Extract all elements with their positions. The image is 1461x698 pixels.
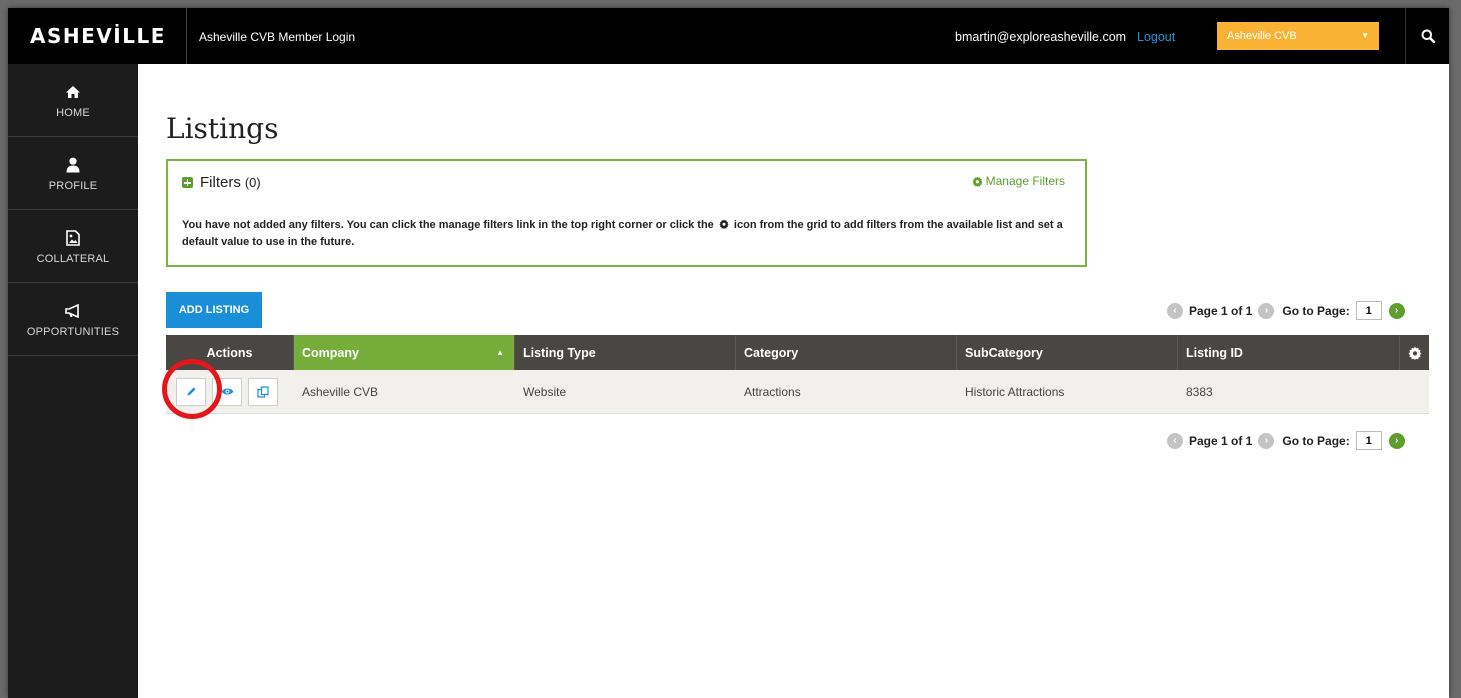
prev-page-button[interactable]: ‹ <box>1167 302 1183 319</box>
logo-divider <box>186 8 187 64</box>
top-bar: ASHEVİLLE Asheville CVB Member Login bma… <box>8 8 1449 64</box>
cell-category: Attractions <box>744 384 801 399</box>
sidebar-item-profile[interactable]: PROFILE <box>8 137 138 210</box>
page-indicator: Page 1 of 1 <box>1189 433 1253 448</box>
prev-page-button[interactable]: ‹ <box>1167 432 1183 449</box>
gear-icon <box>972 175 983 187</box>
sidebar-item-home[interactable]: HOME <box>8 64 138 137</box>
sidebar-item-opportunities[interactable]: OPPORTUNITIES <box>8 283 138 356</box>
edit-button[interactable] <box>176 377 206 406</box>
column-header-actions: Actions <box>166 335 294 370</box>
cell-company: Asheville CVB <box>302 384 379 399</box>
image-file-icon <box>66 228 80 248</box>
row-actions <box>166 370 294 414</box>
goto-page-button[interactable]: › <box>1388 302 1405 319</box>
sidebar-item-label: OPPORTUNITIES <box>26 325 120 338</box>
filters-toggle[interactable]: Filters (0) <box>182 174 261 191</box>
sidebar-item-label: COLLATERAL <box>36 252 110 265</box>
goto-page-input[interactable] <box>1355 301 1382 320</box>
plus-square-icon <box>182 177 193 188</box>
filters-help-text: You have not added any filters. You can … <box>182 217 1072 251</box>
grid-header: Actions Company ▲ Listing Type Category … <box>166 335 1429 370</box>
next-page-button[interactable]: › <box>1258 432 1275 449</box>
filters-count: (0) <box>244 175 261 190</box>
page-indicator: Page 1 of 1 <box>1189 303 1253 318</box>
next-page-button[interactable]: › <box>1258 302 1275 319</box>
pager-top: ‹ Page 1 of 1 › Go to Page: › <box>1167 301 1405 320</box>
sort-asc-icon: ▲ <box>496 348 504 357</box>
organization-select[interactable]: Asheville CVB ▼ <box>1217 22 1379 50</box>
copy-icon <box>257 385 269 398</box>
table-row: Asheville CVB Website Attractions Histor… <box>166 370 1429 414</box>
gear-icon <box>719 219 729 229</box>
home-icon <box>65 82 81 102</box>
goto-page-label: Go to Page: <box>1282 433 1350 448</box>
goto-page-label: Go to Page: <box>1282 303 1350 318</box>
search-icon <box>1421 29 1435 43</box>
filters-panel: Filters (0) Manage Filters You have not … <box>166 159 1087 267</box>
column-header-company[interactable]: Company ▲ <box>294 335 515 370</box>
chevron-down-icon: ▼ <box>1361 31 1369 40</box>
asheville-logo[interactable]: ASHEVİLLE <box>30 24 166 48</box>
filters-help-text-part1: You have not added any filters. You can … <box>182 219 714 231</box>
copy-button[interactable] <box>248 377 278 406</box>
manage-filters-label: Manage Filters <box>985 174 1065 188</box>
sidebar-nav: HOME PROFILE COLLATERAL OPPORTUNITIES <box>8 64 138 698</box>
organization-select-value: Asheville CVB <box>1227 30 1297 42</box>
megaphone-icon <box>65 301 81 321</box>
listings-grid: Actions Company ▲ Listing Type Category … <box>166 335 1429 414</box>
grid-settings-button[interactable] <box>1400 335 1429 370</box>
app-window: ASHEVİLLE Asheville CVB Member Login bma… <box>8 8 1449 698</box>
manage-filters-link[interactable]: Manage Filters <box>972 174 1065 188</box>
sidebar-item-label: PROFILE <box>48 179 98 192</box>
pager-bottom: ‹ Page 1 of 1 › Go to Page: › <box>1167 431 1405 450</box>
goto-page-input[interactable] <box>1355 431 1382 450</box>
sidebar-item-collateral[interactable]: COLLATERAL <box>8 210 138 283</box>
goto-page-button[interactable]: › <box>1388 432 1405 449</box>
app-title: Asheville CVB Member Login <box>199 30 356 44</box>
cell-listing-id: 8383 <box>1186 384 1213 399</box>
column-header-subcategory[interactable]: SubCategory <box>957 335 1178 370</box>
pencil-icon <box>186 387 196 396</box>
column-header-label: Company <box>302 345 359 360</box>
add-listing-button[interactable]: ADD LISTING <box>166 292 262 328</box>
sidebar-item-label: HOME <box>56 106 90 119</box>
eye-icon <box>221 388 233 395</box>
cell-listing-type: Website <box>523 384 567 399</box>
column-header-listing-id[interactable]: Listing ID <box>1178 335 1400 370</box>
column-header-category[interactable]: Category <box>736 335 957 370</box>
search-button[interactable] <box>1405 8 1449 64</box>
filters-title: Filters <box>200 174 241 191</box>
page-title: Listings <box>166 112 279 145</box>
column-header-listing-type[interactable]: Listing Type <box>515 335 736 370</box>
user-email: bmartin@exploreasheville.com <box>955 30 1127 44</box>
user-icon <box>66 155 80 175</box>
logout-link[interactable]: Logout <box>1137 30 1175 44</box>
main-content: Listings Filters (0) Manage Filters You … <box>138 64 1449 698</box>
view-button[interactable] <box>212 377 242 406</box>
gear-icon <box>1408 346 1421 360</box>
cell-subcategory: Historic Attractions <box>965 384 1065 399</box>
